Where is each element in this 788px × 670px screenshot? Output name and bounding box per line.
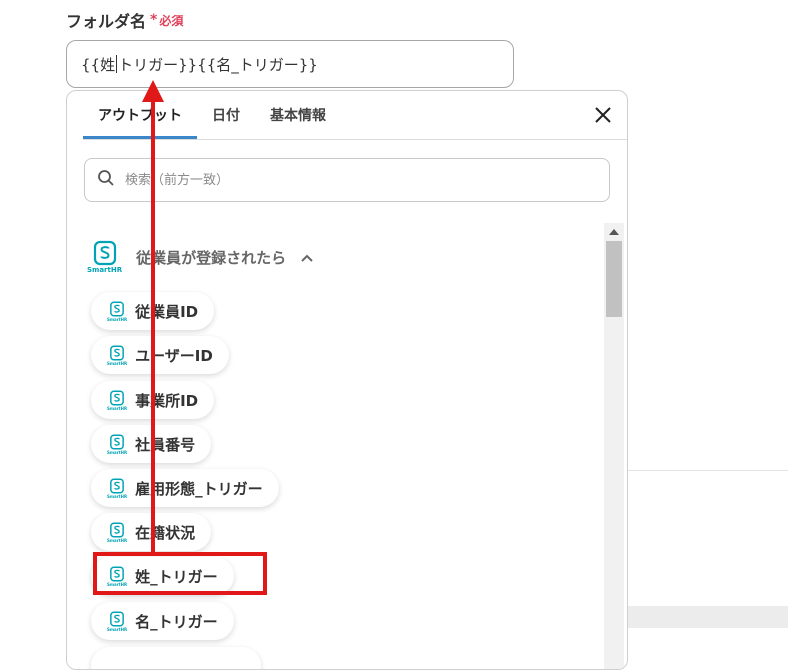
tab-output[interactable]: アウトプット <box>83 91 197 139</box>
scrollbar-thumb[interactable] <box>606 241 622 317</box>
chip-label: 事業所ID <box>135 391 199 410</box>
field-label: フォルダ名 * 必須 <box>66 8 183 32</box>
smarthr-icon-text: SmartHR <box>107 449 128 455</box>
background-divider <box>627 470 788 471</box>
input-value-after-caret: トリガー}}{{名_トリガー}} <box>118 55 318 74</box>
output-chip-user-id[interactable]: SmartHR ユーザーID <box>91 336 229 374</box>
chip-label: 在籍状況 <box>135 523 196 542</box>
search-box[interactable] <box>84 158 610 202</box>
group-header[interactable]: SmartHR 従業員が登録されたら <box>87 235 314 279</box>
text-caret <box>116 55 118 73</box>
smarthr-icon: SmartHR <box>107 610 128 632</box>
chip-label: 社員番号 <box>135 435 196 454</box>
output-chip-employment-type[interactable]: SmartHR 雇用形態_トリガー <box>91 469 279 507</box>
annotation-arrow-line <box>151 98 155 553</box>
scroll-up-arrow-icon[interactable] <box>604 223 624 241</box>
smarthr-icon: SmartHR <box>107 433 128 455</box>
smarthr-icon-text: SmartHR <box>107 405 128 411</box>
tab-date[interactable]: 日付 <box>197 91 255 139</box>
search-icon <box>97 169 115 191</box>
input-value-before-caret: {{姓 <box>81 55 116 74</box>
smarthr-icon-text: SmartHR <box>107 626 128 632</box>
tab-bar: アウトプット 日付 基本情報 <box>83 91 341 139</box>
smarthr-icon: SmartHR <box>107 344 128 366</box>
background-band <box>627 606 788 628</box>
folder-name-input[interactable]: {{姓 トリガー}}{{名_トリガー}} <box>66 40 514 88</box>
chip-label: ユーザーID <box>135 346 213 365</box>
annotation-highlight-box <box>93 552 267 595</box>
close-icon[interactable] <box>593 105 613 125</box>
tab-basic-info[interactable]: 基本情報 <box>255 91 341 139</box>
smarthr-icon-text: SmartHR <box>107 360 128 366</box>
output-chip-first-name[interactable]: SmartHR 名_トリガー <box>91 602 234 640</box>
search-input[interactable] <box>123 171 597 189</box>
smarthr-icon-text: SmartHR <box>107 537 128 543</box>
annotation-arrow-head-icon <box>142 80 164 102</box>
chip-label: 名_トリガー <box>135 612 218 631</box>
smarthr-icon-text: SmartHR <box>107 493 128 499</box>
group-title: 従業員が登録されたら <box>136 248 287 267</box>
output-chip-partial[interactable] <box>91 647 261 669</box>
smarthr-icon-text: SmartHR <box>107 316 128 322</box>
smarthr-logo: SmartHR <box>87 240 122 274</box>
required-text: 必須 <box>159 13 184 28</box>
required-star: * <box>150 12 158 28</box>
chip-label: 従業員ID <box>135 302 199 321</box>
smarthr-icon: SmartHR <box>107 477 128 499</box>
folder-name-label: フォルダ名 <box>66 12 147 31</box>
chevron-up-icon[interactable] <box>300 248 314 267</box>
smarthr-logo-text: SmartHR <box>87 266 123 274</box>
smarthr-icon: SmartHR <box>107 521 128 543</box>
smarthr-icon: SmartHR <box>107 300 128 322</box>
smarthr-icon: SmartHR <box>107 389 128 411</box>
required-indicator: * 必須 <box>150 12 183 29</box>
tabs-divider <box>83 139 627 140</box>
